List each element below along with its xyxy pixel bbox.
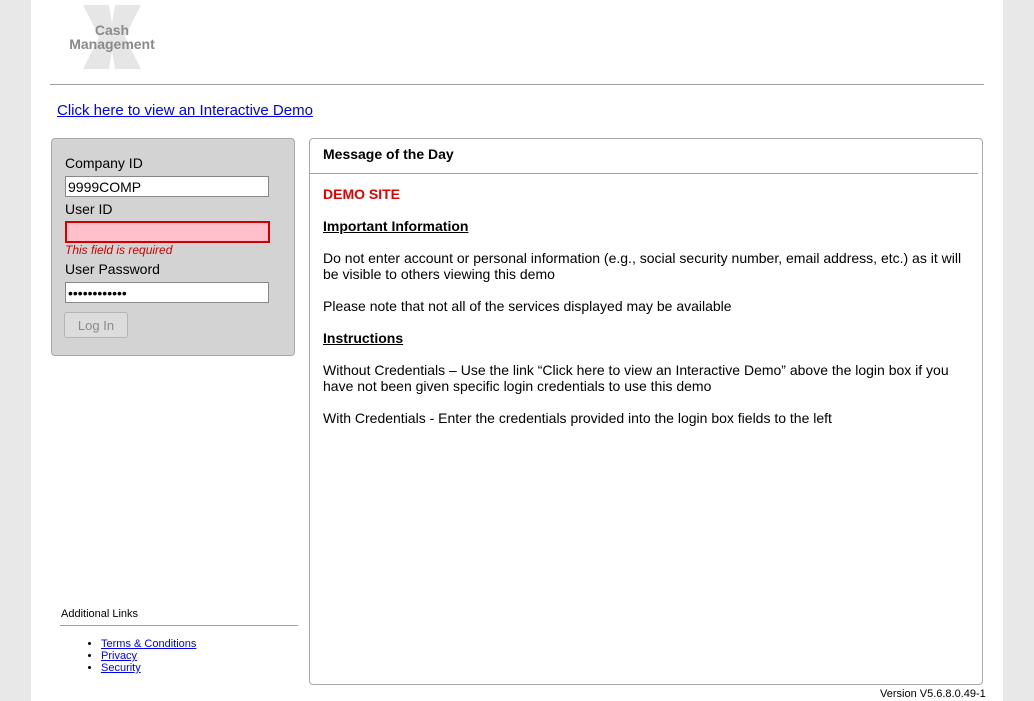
privacy-link[interactable]: Privacy bbox=[101, 650, 137, 662]
user-id-error-message: This field is required bbox=[65, 243, 173, 257]
login-box: Company ID User ID This field is require… bbox=[51, 138, 295, 356]
list-item: Privacy bbox=[101, 650, 196, 662]
list-item: Terms & Conditions bbox=[101, 638, 196, 650]
version-text: Version V5.6.8.0.49-1 bbox=[880, 688, 986, 700]
cash-management-logo: Cash Management bbox=[61, 5, 173, 69]
additional-links-title: Additional Links bbox=[61, 608, 139, 620]
user-id-input[interactable] bbox=[65, 221, 270, 243]
logo-text-management: Management bbox=[69, 36, 155, 52]
page: Cash Management Click here to view an In… bbox=[31, 0, 1003, 701]
message-title: Message of the Day bbox=[323, 146, 454, 162]
list-item: Security bbox=[101, 662, 196, 674]
message-of-the-day-panel: Message of the Day DEMO SITE Important I… bbox=[309, 138, 983, 685]
demo-site-label: DEMO SITE bbox=[323, 186, 401, 202]
security-link[interactable]: Security bbox=[101, 662, 141, 674]
important-info-paragraph-1: Do not enter account or personal informa… bbox=[323, 250, 962, 282]
instructions-paragraph-1: Without Credentials – Use the link “Clic… bbox=[323, 362, 949, 394]
interactive-demo-link[interactable]: Click here to view an Interactive Demo bbox=[57, 102, 313, 119]
instructions-paragraph-2: With Credentials - Enter the credentials… bbox=[323, 410, 832, 426]
terms-conditions-link[interactable]: Terms & Conditions bbox=[101, 638, 196, 650]
company-id-input[interactable] bbox=[65, 176, 269, 197]
additional-links-divider bbox=[60, 625, 298, 626]
header-divider bbox=[50, 84, 984, 85]
logo-text-cash: Cash bbox=[94, 22, 130, 38]
instructions-heading: Instructions bbox=[323, 330, 404, 346]
additional-links-list: Terms & Conditions Privacy Security bbox=[87, 638, 196, 674]
important-info-paragraph-2: Please note that not all of the services… bbox=[323, 298, 732, 314]
log-in-button[interactable]: Log In bbox=[64, 312, 128, 338]
user-id-label: User ID bbox=[65, 201, 113, 217]
user-password-label: User Password bbox=[65, 261, 160, 277]
message-divider bbox=[310, 173, 978, 174]
company-id-label: Company ID bbox=[65, 155, 143, 171]
important-information-heading: Important Information bbox=[323, 218, 469, 234]
user-password-input[interactable] bbox=[65, 282, 269, 303]
